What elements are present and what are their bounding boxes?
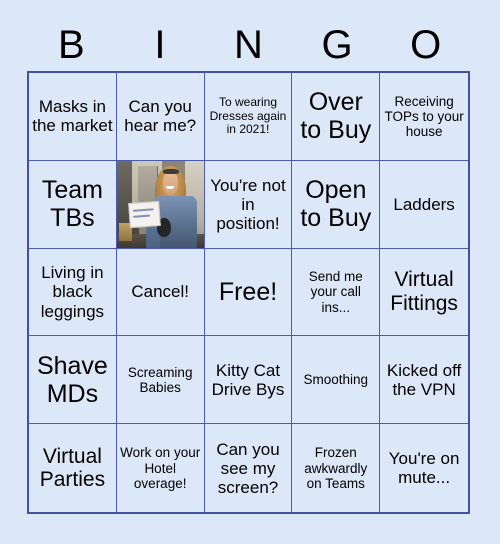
bingo-header-letter-b: B [57, 22, 85, 67]
bingo-cell-label: Send me your call ins... [308, 269, 363, 315]
bingo-cell-label: Living in black leggings [40, 263, 105, 321]
bingo-cell[interactable]: Team TBs [29, 160, 117, 249]
bingo-cell-label: To wearing Dresses again in 2021! [209, 95, 287, 137]
bingo-cell[interactable]: Kicked off the VPN [380, 336, 468, 425]
bingo-cell-label: You're not in position! [210, 175, 286, 233]
bingo-card: B I N G O Masks in the market Can you hear me… [0, 0, 500, 544]
bingo-cell-label: Cancel! [131, 282, 190, 302]
bingo-cell-label: Masks in the market [32, 97, 113, 136]
bingo-cell[interactable]: Screaming Babies [116, 336, 205, 425]
bingo-cell[interactable]: Can you see my screen? [204, 424, 293, 512]
bingo-cell-label: Team TBs [41, 176, 103, 233]
bingo-cell[interactable]: You're not in position! [204, 160, 293, 249]
bingo-cell-label: Over to Buy [300, 88, 372, 145]
bingo-header-letter-n: N [234, 22, 263, 67]
bingo-cell[interactable]: Masks in the market [29, 73, 117, 161]
bingo-cell[interactable]: Send me your call ins... [292, 248, 381, 337]
bingo-cell-label: Ladders [393, 194, 455, 214]
bingo-cell[interactable]: To wearing Dresses again in 2021! [204, 73, 293, 161]
bingo-cell[interactable]: Kitty Cat Drive Bys [204, 336, 293, 425]
bingo-cell-label: Open to Buy [300, 176, 372, 233]
bingo-cell[interactable]: Open to Buy [292, 160, 381, 249]
bingo-header: BINGO [27, 18, 470, 71]
bingo-cell[interactable]: Ladders [380, 160, 468, 249]
bingo-cell[interactable]: Free! [204, 248, 293, 337]
bingo-cell[interactable]: Can you hear me? [116, 73, 205, 161]
bingo-cell-label: Virtual Parties [39, 444, 106, 492]
bingo-cell-label: Receiving TOPs to your house [384, 93, 464, 139]
bingo-cell-label: Virtual Fittings [390, 268, 458, 315]
bingo-header-letter-g: G [321, 22, 353, 67]
bingo-cell-label: Kicked off the VPN [386, 360, 462, 399]
bingo-cell[interactable]: Cancel! [116, 248, 205, 337]
bingo-cell-label: Screaming Babies [127, 364, 193, 395]
bingo-header-letter-o: O [410, 22, 442, 67]
bingo-cell[interactable]: You're on mute... [380, 424, 468, 512]
bingo-cell-label: Free! [218, 277, 278, 306]
bingo-cell[interactable]: Shave MDs [29, 336, 117, 425]
bingo-cell[interactable]: Work on your Hotel overage! [116, 424, 205, 512]
bingo-cell-label: Shave MDs [36, 351, 108, 408]
bingo-cell[interactable]: Smoothing [292, 336, 381, 425]
bingo-cell-label: Frozen awkwardly on Teams [304, 445, 368, 491]
bingo-cell-label: Can you hear me? [124, 97, 197, 136]
bingo-cell-photo[interactable] [116, 160, 205, 249]
bingo-cell-label: Smoothing [303, 372, 369, 388]
bingo-cell[interactable]: Living in black leggings [29, 248, 117, 337]
bingo-cell-label: Work on your Hotel overage! [120, 445, 201, 491]
bingo-cell[interactable]: Receiving TOPs to your house [380, 73, 468, 161]
bingo-header-letter-i: I [154, 22, 166, 67]
bingo-grid: Masks in the market Can you hear me? To we… [27, 71, 470, 514]
bingo-cell[interactable]: Virtual Parties [29, 424, 117, 512]
bingo-cell-label: Can you see my screen? [216, 439, 280, 497]
bingo-cell[interactable]: Virtual Fittings [380, 248, 468, 337]
bingo-cell-label: You're on mute... [388, 449, 460, 488]
bingo-cell[interactable]: Over to Buy [292, 73, 381, 161]
bingo-cell-label: Kitty Cat Drive Bys [211, 360, 285, 399]
bingo-cell[interactable]: Frozen awkwardly on Teams [292, 424, 381, 512]
celebration-photo-image [116, 160, 204, 248]
